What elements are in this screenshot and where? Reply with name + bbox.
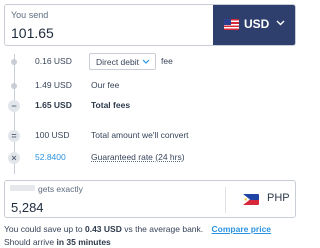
guaranteed-rate-label[interactable]: Guaranteed rate (24 hrs) [91,152,185,162]
equals-icon: = [8,130,20,142]
convert-amount-value: 100 USD [35,130,70,140]
times-icon: × [8,152,20,164]
arrival-message: Should arrive in 35 minutes [4,237,111,247]
payment-fee-value: 0.16 USD [35,56,72,66]
payment-method-selected: Direct debit [96,57,139,67]
receive-amount-box[interactable]: gets exactly 5,284 PHP [4,180,296,218]
our-fee-value: 1.49 USD [35,80,72,90]
receive-amount-input[interactable]: 5,284 [11,200,44,215]
send-amount-input[interactable]: 101.65 [11,25,54,41]
savings-suffix: vs the average bank. [124,224,204,234]
divider [225,187,226,213]
arrival-prefix: Should arrive [4,237,55,247]
chevron-down-icon [276,20,285,26]
send-currency-code: USD [244,17,270,31]
timeline-dot-icon [11,83,17,89]
ph-flag-icon [243,194,259,205]
our-fee-label: Our fee [91,80,120,90]
receive-label: gets exactly [38,184,83,194]
send-currency-selector[interactable]: USD [213,5,295,45]
fee-row-our-fee: 1.49 USD Our fee [0,78,300,92]
fee-row-payment-method: 0.16 USD Direct debit fee [0,53,300,70]
us-flag-icon [224,19,239,30]
convert-amount-label: Total amount we'll convert [91,130,189,140]
savings-message: You could save up to 0.43 USD vs the ave… [4,224,271,234]
savings-prefix: You could save up to [4,224,83,234]
total-fees-label: Total fees [91,100,131,110]
savings-amount: 0.43 USD [84,224,122,234]
send-amount-box[interactable]: You send 101.65 USD [4,4,296,46]
arrival-time: in 35 minutes [56,237,111,247]
recipient-name-redacted [10,185,35,191]
receive-currency-selector[interactable]: PHP [267,192,290,204]
send-label: You send [11,10,49,20]
minus-icon: − [8,100,20,112]
chevron-down-icon [142,59,150,64]
fee-row-total-fees: − 1.65 USD Total fees [0,98,300,112]
payment-method-dropdown[interactable]: Direct debit [89,53,156,70]
fee-row-rate: × 52.8400 Guaranteed rate (24 hrs) [0,150,300,164]
exchange-rate-value[interactable]: 52.8400 [35,152,66,162]
timeline-dot-icon [11,59,17,65]
fee-suffix-label: fee [161,56,173,66]
fee-row-convert-amount: = 100 USD Total amount we'll convert [0,128,300,142]
compare-price-link[interactable]: Compare price [212,224,272,234]
total-fees-value: 1.65 USD [35,100,72,110]
